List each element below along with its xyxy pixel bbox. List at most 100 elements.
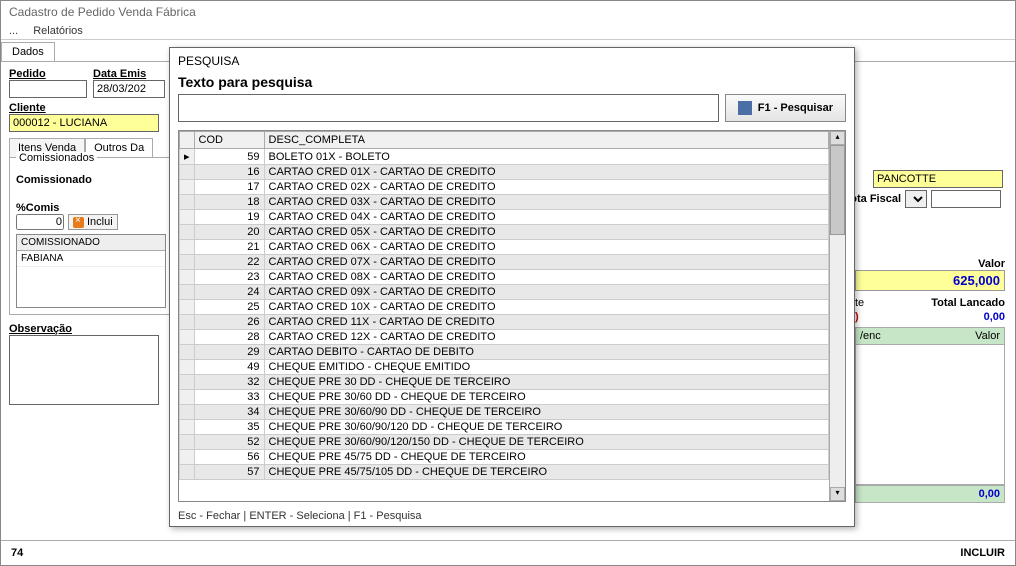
grid-scrollbar[interactable]: ▴ ▾ <box>829 131 845 501</box>
cell-cod: 18 <box>194 195 264 210</box>
table-row[interactable]: 49CHEQUE EMITIDO - CHEQUE EMITIDO <box>180 360 829 375</box>
data-input[interactable] <box>93 80 165 98</box>
cell-cod: 19 <box>194 210 264 225</box>
cell-desc: CHEQUE PRE 45/75 DD - CHEQUE DE TERCEIRO <box>264 450 828 465</box>
cell-cod: 29 <box>194 345 264 360</box>
table-row[interactable]: 35CHEQUE PRE 30/60/90/120 DD - CHEQUE DE… <box>180 420 829 435</box>
status-right: INCLUIR <box>960 547 1005 559</box>
row-marker-header <box>180 132 195 149</box>
venc-label: /enc <box>860 330 881 342</box>
row-marker <box>180 315 195 330</box>
modal-footer-help: Esc - Fechar | ENTER - Seleciona | F1 - … <box>170 506 854 526</box>
table-row[interactable]: 33CHEQUE PRE 30/60 DD - CHEQUE DE TERCEI… <box>180 390 829 405</box>
cell-desc: CARTAO CRED 12X - CARTAO DE CREDITO <box>264 330 828 345</box>
cell-desc: CHEQUE PRE 30/60 DD - CHEQUE DE TERCEIRO <box>264 390 828 405</box>
pedido-label: Pedido <box>9 68 87 80</box>
tab-dados[interactable]: Dados <box>1 42 55 61</box>
pct-comis-input[interactable] <box>16 214 64 230</box>
cell-desc: CARTAO CRED 03X - CARTAO DE CREDITO <box>264 195 828 210</box>
cell-cod: 59 <box>194 149 264 165</box>
valor-label: Valor <box>855 258 1005 270</box>
cell-desc: CARTAO CRED 07X - CARTAO DE CREDITO <box>264 255 828 270</box>
scroll-thumb[interactable] <box>830 145 845 235</box>
cell-desc: CHEQUE PRE 30/60/90/120/150 DD - CHEQUE … <box>264 435 828 450</box>
pct-comis-label: %Comis <box>16 202 170 214</box>
menu-relatorios[interactable]: Relatórios <box>33 25 83 37</box>
cell-desc: CHEQUE PRE 30/60/90/120 DD - CHEQUE DE T… <box>264 420 828 435</box>
table-row[interactable]: 23CARTAO CRED 08X - CARTAO DE CREDITO <box>180 270 829 285</box>
cliente-label: Cliente <box>9 102 159 114</box>
row-marker <box>180 360 195 375</box>
cell-desc: CHEQUE EMITIDO - CHEQUE EMITIDO <box>264 360 828 375</box>
cell-cod: 25 <box>194 300 264 315</box>
cell-cod: 24 <box>194 285 264 300</box>
pedido-input[interactable] <box>9 80 87 98</box>
row-marker <box>180 375 195 390</box>
cell-desc: CARTAO CRED 02X - CARTAO DE CREDITO <box>264 180 828 195</box>
table-row[interactable]: FABIANA <box>17 251 165 267</box>
cell-desc: CARTAO DEBITO - CARTAO DE DEBITO <box>264 345 828 360</box>
cell-cod: 49 <box>194 360 264 375</box>
table-row[interactable]: 26CARTAO CRED 11X - CARTAO DE CREDITO <box>180 315 829 330</box>
cell-desc: CHEQUE PRE 30 DD - CHEQUE DE TERCEIRO <box>264 375 828 390</box>
table-row[interactable]: 19CARTAO CRED 04X - CARTAO DE CREDITO <box>180 210 829 225</box>
cell-cod: 33 <box>194 390 264 405</box>
table-row[interactable]: 25CARTAO CRED 10X - CARTAO DE CREDITO <box>180 300 829 315</box>
table-row[interactable]: 34CHEQUE PRE 30/60/90 DD - CHEQUE DE TER… <box>180 405 829 420</box>
te-label: te <box>855 297 864 309</box>
x-icon <box>73 217 84 228</box>
scroll-up-icon[interactable]: ▴ <box>830 131 845 145</box>
cliente-value[interactable]: 000012 - LUCIANA <box>9 114 159 132</box>
table-row[interactable]: 22CARTAO CRED 07X - CARTAO DE CREDITO <box>180 255 829 270</box>
table-row[interactable]: 17CARTAO CRED 02X - CARTAO DE CREDITO <box>180 180 829 195</box>
table-row[interactable]: 18CARTAO CRED 03X - CARTAO DE CREDITO <box>180 195 829 210</box>
cell-desc: CARTAO CRED 06X - CARTAO DE CREDITO <box>264 240 828 255</box>
total-lancado-label: Total Lancado <box>931 297 1005 309</box>
total-lancado-value: 0,00 <box>984 311 1005 323</box>
cell-cod: 52 <box>194 435 264 450</box>
cell-cod: 17 <box>194 180 264 195</box>
valor2-label: Valor <box>975 330 1000 342</box>
pesquisar-label: F1 - Pesquisar <box>758 102 833 114</box>
table-row[interactable]: 56CHEQUE PRE 45/75 DD - CHEQUE DE TERCEI… <box>180 450 829 465</box>
table-row[interactable]: 29CARTAO DEBITO - CARTAO DE DEBITO <box>180 345 829 360</box>
cell-desc: CHEQUE PRE 30/60/90 DD - CHEQUE DE TERCE… <box>264 405 828 420</box>
cell-cod: 26 <box>194 315 264 330</box>
table-row[interactable]: 32CHEQUE PRE 30 DD - CHEQUE DE TERCEIRO <box>180 375 829 390</box>
cell-desc: CARTAO CRED 01X - CARTAO DE CREDITO <box>264 165 828 180</box>
red-paren: ) <box>855 311 859 323</box>
scroll-down-icon[interactable]: ▾ <box>830 487 845 501</box>
cell-cod: 20 <box>194 225 264 240</box>
row-marker <box>180 255 195 270</box>
search-input[interactable] <box>178 94 719 122</box>
results-grid[interactable]: COD DESC_COMPLETA ▸59BOLETO 01X - BOLETO… <box>179 131 829 501</box>
table-row[interactable]: 16CARTAO CRED 01X - CARTAO DE CREDITO <box>180 165 829 180</box>
table-row[interactable]: 20CARTAO CRED 05X - CARTAO DE CREDITO <box>180 225 829 240</box>
cell-cod: 35 <box>194 420 264 435</box>
cell-desc: CARTAO CRED 11X - CARTAO DE CREDITO <box>264 315 828 330</box>
incluir-comis-button[interactable]: Inclui <box>68 214 118 230</box>
row-marker <box>180 195 195 210</box>
table-row[interactable]: 52CHEQUE PRE 30/60/90/120/150 DD - CHEQU… <box>180 435 829 450</box>
cell-desc: CARTAO CRED 08X - CARTAO DE CREDITO <box>264 270 828 285</box>
table-row[interactable]: 24CARTAO CRED 09X - CARTAO DE CREDITO <box>180 285 829 300</box>
row-marker: ▸ <box>180 149 195 165</box>
table-row[interactable]: ▸59BOLETO 01X - BOLETO <box>180 149 829 165</box>
table-row[interactable]: 21CARTAO CRED 06X - CARTAO DE CREDITO <box>180 240 829 255</box>
pesquisar-button[interactable]: F1 - Pesquisar <box>725 94 846 122</box>
row-marker <box>180 465 195 480</box>
cell-desc: CARTAO CRED 10X - CARTAO DE CREDITO <box>264 300 828 315</box>
cell-cod: 56 <box>194 450 264 465</box>
observacao-textarea[interactable] <box>9 335 159 405</box>
col-cod[interactable]: COD <box>194 132 264 149</box>
status-left: 74 <box>11 547 23 559</box>
valor-value: 625,000 <box>855 270 1005 291</box>
table-row[interactable]: 28CARTAO CRED 12X - CARTAO DE CREDITO <box>180 330 829 345</box>
col-desc[interactable]: DESC_COMPLETA <box>264 132 828 149</box>
comissionado-table[interactable]: COMISSIONADO FABIANA <box>16 234 166 308</box>
row-marker <box>180 345 195 360</box>
menu-dots[interactable]: ... <box>9 25 18 37</box>
table-row[interactable]: 57CHEQUE PRE 45/75/105 DD - CHEQUE DE TE… <box>180 465 829 480</box>
cell-cod: 21 <box>194 240 264 255</box>
cell-cod: 22 <box>194 255 264 270</box>
